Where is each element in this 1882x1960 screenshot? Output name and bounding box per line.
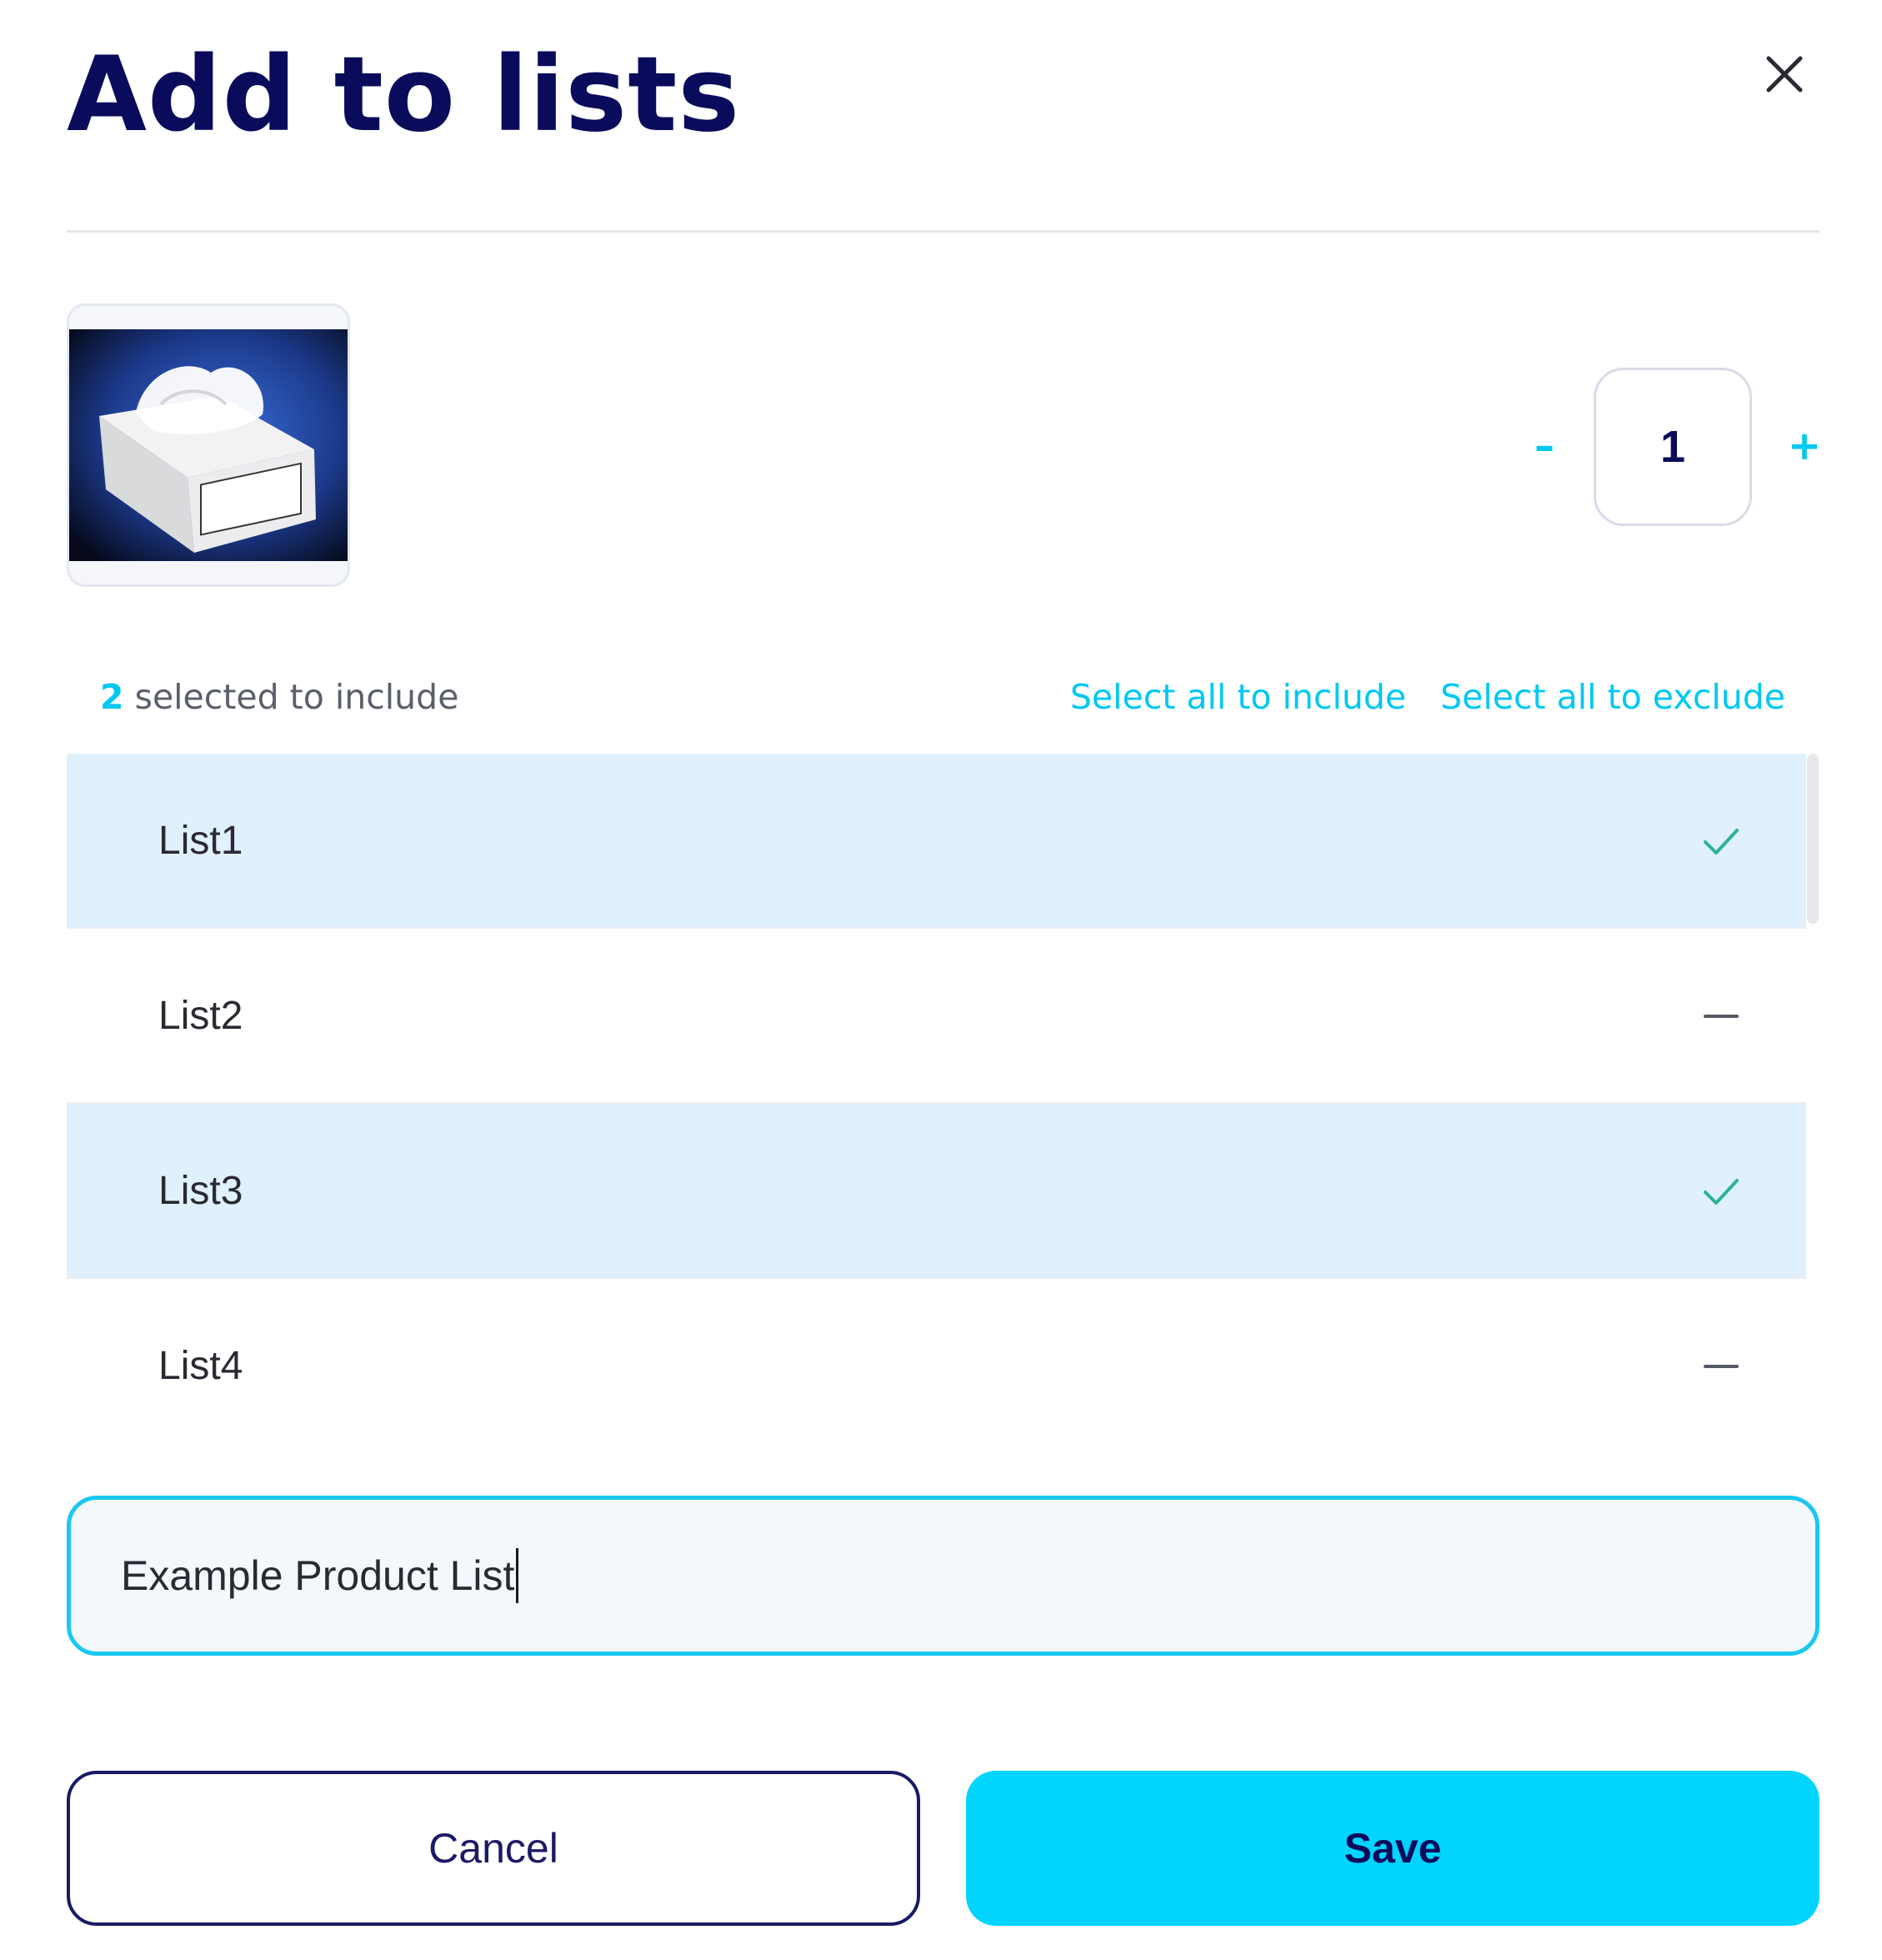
save-button[interactable]: Save [966,1771,1819,1926]
list-item[interactable]: List3 [67,1104,1806,1279]
quantity-increase-button[interactable]: + [1779,417,1829,475]
selection-summary-row: 2 selected to include Select all to incl… [100,672,1785,722]
list-item[interactable]: List1 [67,754,1806,929]
list-item[interactable]: List2 [67,929,1806,1104]
header-divider [67,230,1819,233]
selected-count: 2 [100,677,124,717]
list-item-label: List4 [158,1344,243,1388]
check-icon [1704,1179,1739,1205]
text-caret [516,1548,519,1603]
select-all-include-link[interactable]: Select all to include [1070,677,1406,717]
new-list-name-input[interactable]: Example Product List [67,1496,1819,1656]
select-links: Select all to include Select all to excl… [1047,672,1785,722]
select-all-exclude-link[interactable]: Select all to exclude [1440,677,1785,717]
close-button[interactable] [1760,50,1809,98]
new-list-name-value: Example Product List [121,1552,515,1599]
product-image [67,303,350,587]
cancel-button[interactable]: Cancel [67,1771,920,1926]
minus-icon [1704,1365,1739,1368]
check-icon [1704,829,1739,855]
quantity-decrease-button[interactable]: – [1519,417,1569,475]
list-scrollbar[interactable] [1807,754,1819,924]
list-item-label: List1 [158,819,243,863]
list-item-label: List2 [158,994,243,1038]
dialog-title: Add to lists [67,35,741,155]
minus-icon [1704,1015,1739,1018]
list-item-label: List3 [158,1169,243,1213]
close-icon [1766,56,1803,93]
lists-container: List1 List2 List3 List4 [67,754,1819,1427]
list-item[interactable]: List4 [67,1279,1806,1427]
selected-count-text: selected to include [134,677,459,717]
quantity-input[interactable]: 1 [1594,368,1752,526]
